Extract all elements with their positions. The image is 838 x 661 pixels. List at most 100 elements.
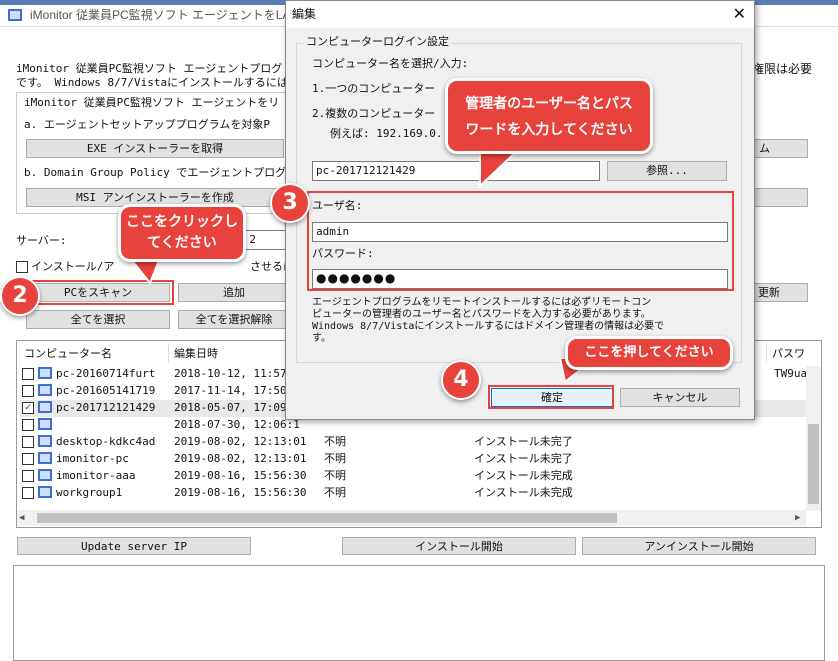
uninstall-start-button[interactable]: アンインストール開始 xyxy=(582,537,816,555)
callout-4-text: ここを押してください xyxy=(584,345,714,360)
row-date: 2017-11-14, 17:50:0 xyxy=(174,384,300,397)
browse-button[interactable]: 参照... xyxy=(607,161,727,181)
row-checkbox[interactable] xyxy=(22,368,34,380)
computer-icon xyxy=(38,384,52,396)
single-computer-text: 1.一つのコンピューター xyxy=(312,82,436,95)
credentials-highlight xyxy=(307,191,734,291)
ok-button-highlight xyxy=(488,385,614,409)
install-checkbox-label: インストール/ア xyxy=(31,260,115,273)
row-computer-name: pc-20160714furt xyxy=(56,367,156,380)
row-computer-name: pc-201712121429 xyxy=(56,401,156,414)
row-date: 2019-08-16, 15:56:30 xyxy=(174,486,307,499)
callout-step-2: ここをクリックし てください xyxy=(118,204,246,262)
multiple-computers-text: 2.複数のコンピューター xyxy=(312,107,436,120)
deselect-all-button[interactable]: 全てを選択解除 xyxy=(178,310,290,329)
scroll-thumb[interactable] xyxy=(37,513,617,523)
table-row[interactable]: imonitor-pc 2019-08-02, 12:13:01 不明 インストール未… xyxy=(20,451,810,468)
computer-icon xyxy=(38,469,52,481)
note-line-2: ピューターの管理者のユーザー名とパスワードを入力する必要があります。 xyxy=(312,309,651,320)
note-line-4: す。 xyxy=(312,333,331,344)
step-b-text: b. Domain Group Policy でエージェントプログラ xyxy=(24,166,298,179)
close-icon[interactable]: ✕ xyxy=(733,4,746,24)
computer-icon xyxy=(38,367,52,379)
scroll-left-arrow[interactable]: ◀ xyxy=(19,513,24,523)
update-server-ip-button[interactable]: Update server IP xyxy=(17,537,251,555)
get-exe-installer-button[interactable]: EXE インストーラーを取得 xyxy=(26,139,284,158)
row-computer-name: imonitor-pc xyxy=(56,452,129,465)
row-computer-name: pc-201605141719 xyxy=(56,384,156,397)
row-computer-name: workgroup1 xyxy=(56,486,123,499)
col-divider xyxy=(168,343,169,363)
row-date: 2019-08-16, 15:56:30 xyxy=(174,469,307,482)
install-start-button[interactable]: インストール開始 xyxy=(342,537,576,555)
dialog-titlebar: 編集 xyxy=(286,1,754,28)
server-label: サーバー: xyxy=(16,234,67,247)
callout-3-line-2: ワードを入力してください xyxy=(465,122,633,138)
app-icon xyxy=(8,9,22,21)
col-divider xyxy=(766,343,767,363)
row-checkbox[interactable] xyxy=(22,385,34,397)
row-computer-name: desktop-kdkc4ad xyxy=(56,435,156,448)
note-line-1: エージェントプログラムをリモートインストールするには必ずリモートコン xyxy=(312,297,652,308)
step-3-marker: 3 xyxy=(270,183,310,223)
row-status-2: インストール未完了 xyxy=(474,435,573,448)
row-status-1: 不明 xyxy=(324,452,346,465)
computer-name-input[interactable]: pc-201712121429 xyxy=(312,161,600,181)
intro-line-1: iMonitor 従業員PC監視ソフト エージェントプログ xyxy=(16,62,283,75)
row-date: 2018-07-30, 12:06:1 xyxy=(174,418,300,431)
cancel-button[interactable]: キャンセル xyxy=(620,388,740,407)
add-button[interactable]: 追加 xyxy=(178,283,290,302)
row-date: 2018-05-07, 17:09:4 xyxy=(174,401,300,414)
scroll-thumb[interactable] xyxy=(808,424,819,504)
callout-step-4: ここを押してください xyxy=(565,336,733,370)
scroll-right-arrow[interactable]: ▶ xyxy=(795,513,800,523)
row-date: 2019-08-02, 12:13:01 xyxy=(174,435,307,448)
dialog-title: 編集 xyxy=(292,7,317,21)
callout-3-pointer xyxy=(479,148,522,189)
row-status-1: 不明 xyxy=(324,435,346,448)
callout-2-line-1: ここをクリックし xyxy=(126,214,238,230)
row-checkbox[interactable] xyxy=(22,436,34,448)
table-row[interactable]: workgroup1 2019-08-16, 15:56:30 不明 インストール未完… xyxy=(20,485,810,502)
row-status-1: 不明 xyxy=(324,486,346,499)
vertical-scrollbar[interactable] xyxy=(806,366,821,511)
table-row[interactable]: desktop-kdkc4ad 2019-08-02, 12:13:01 不明 インス… xyxy=(20,434,810,451)
col-header-computer[interactable]: コンピューター名 xyxy=(24,347,112,361)
row-status-2: インストール未完成 xyxy=(474,486,573,499)
select-computer-label: コンピューター名を選択/入力: xyxy=(312,57,469,70)
row-computer-name: imonitor-aaa xyxy=(56,469,136,482)
table-row[interactable]: imonitor-aaa 2019-08-16, 15:56:30 不明 インストール… xyxy=(20,468,810,485)
step-2-marker: 2 xyxy=(0,276,40,316)
row-status-1: 不明 xyxy=(324,469,346,482)
log-area[interactable] xyxy=(13,565,825,661)
row-password: TW9ua xyxy=(774,367,808,380)
row-status-2: インストール未完了 xyxy=(474,452,573,465)
group-title: コンピューターログイン設定 xyxy=(304,35,451,49)
row-checkbox[interactable] xyxy=(22,453,34,465)
col-header-password[interactable]: パスワ xyxy=(772,347,805,361)
computer-icon xyxy=(38,435,52,447)
computer-icon xyxy=(38,486,52,498)
right-note: 権限は必要 xyxy=(752,62,813,76)
row-checkbox[interactable] xyxy=(22,487,34,499)
callout-3-line-1: 管理者のユーザー名とパス xyxy=(465,96,633,112)
horizontal-scrollbar[interactable]: ◀ ▶ xyxy=(17,510,806,526)
row-checkbox[interactable] xyxy=(22,419,34,431)
step-4-marker: 4 xyxy=(441,360,481,400)
callout-step-3: 管理者のユーザー名とパス ワードを入力してください xyxy=(445,78,653,154)
group-text: iMonitor 従業員PC監視ソフト エージェントをリ xyxy=(24,96,280,109)
callout-2-line-2: てください xyxy=(147,235,217,251)
example-text: 例えば: 192.169.0. xyxy=(330,127,443,140)
row-checkbox[interactable]: ✓ xyxy=(22,402,34,414)
computer-icon xyxy=(38,452,52,464)
col-header-date[interactable]: 編集日時 xyxy=(174,347,218,361)
intro-line-2: です。 Windows 8/7/Vistaにインストールするには xyxy=(16,76,288,89)
computer-icon xyxy=(38,401,52,413)
install-checkbox[interactable] xyxy=(16,261,28,273)
row-date: 2019-08-02, 12:13:01 xyxy=(174,452,307,465)
computer-icon xyxy=(38,418,52,430)
row-checkbox[interactable] xyxy=(22,470,34,482)
callout-2-pointer xyxy=(128,258,162,285)
select-all-button[interactable]: 全てを選択 xyxy=(26,310,170,329)
row-date: 2018-10-12, 11:57:1 xyxy=(174,367,300,380)
